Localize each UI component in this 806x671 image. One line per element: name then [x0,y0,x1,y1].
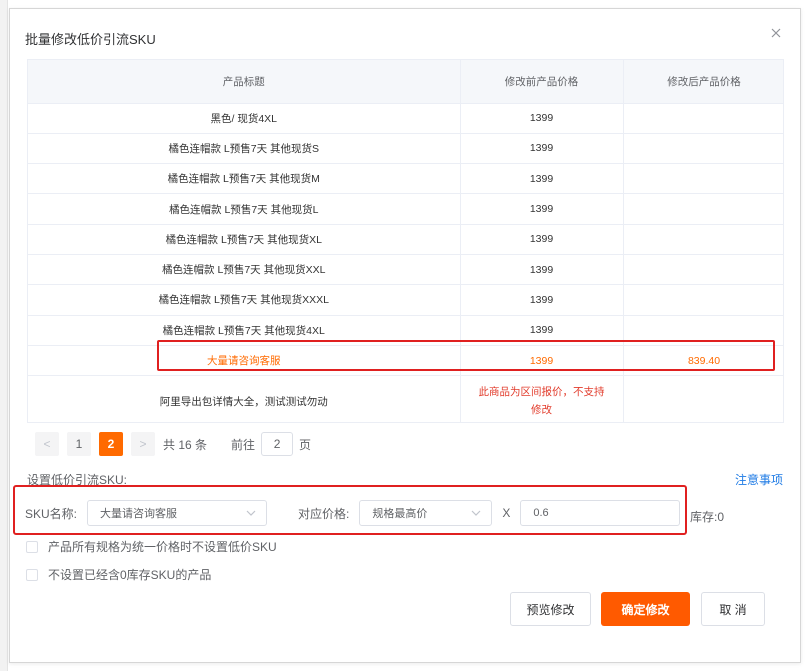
table-row: 橘色连帽款 L预售7天 其他现货4XL 1399 [28,315,783,346]
row-price-after [623,315,783,346]
multiply-sign: X [502,506,511,520]
row-price-before: 1399 [460,163,624,195]
row-price-before-warning: 此商品为区间报价，不支持修改 [460,375,624,422]
price-label: 对应价格: [298,506,350,521]
pagination-total: 共 16 条 [163,437,208,452]
row-price-after [623,254,783,286]
header-product-title: 产品标题 [28,60,461,104]
row-title: 橘色连帽款 L预售7天 其他现货XXL [28,254,461,286]
cancel-button[interactable]: 取 消 [701,592,765,626]
row-price-after [623,133,783,165]
table-row-highlighted: 大量请咨询客服 1399 839.40 [28,345,783,377]
header-price-after: 修改后产品价格 [623,60,783,104]
row-title: 黑色/ 现货4XL [28,103,461,134]
section-label: 设置低价引流SKU: [27,473,128,487]
checkbox-zero-stock[interactable]: 不设置已经含0库存SKU的产品 [26,566,211,583]
table-row: 橘色连帽款 L预售7天 其他现货L 1399 [28,193,783,225]
table-row: 橘色连帽款 L预售7天 其他现货XL 1399 [28,224,783,255]
pagination: < 1 2 > 共 16 条 前往 2 页 [35,432,311,456]
stock-label: 库存:0 [690,510,725,524]
table-row: 橘色连帽款 L预售7天 其他现货XXL 1399 [28,254,783,286]
checkbox-label: 产品所有规格为统一价格时不设置低价SKU [48,540,277,554]
row-price-before: 1399 [460,345,624,377]
checkbox-label: 不设置已经含0库存SKU的产品 [48,568,212,582]
row-price-before: 1399 [460,284,624,316]
table-row: 橘色连帽款 L预售7天 其他现货S 1399 [28,133,783,165]
pagination-jumper: 前往 2 页 [231,432,311,456]
row-price-after [623,163,783,195]
header-price-before: 修改前产品价格 [460,60,624,104]
table-row: 阿里导出包详情大全，测试测试勿动 此商品为区间报价，不支持修改 [28,375,783,422]
range-price-warning: 此商品为区间报价，不支持修改 [478,386,605,417]
row-price-before: 1399 [460,103,624,134]
close-icon[interactable] [769,26,783,40]
row-title: 橘色连帽款 L预售7天 其他现货XXXL [28,284,461,316]
row-price-after [623,284,783,316]
price-type-select[interactable]: 规格最高价 [359,500,493,526]
price-type-value: 规格最高价 [372,508,428,520]
prev-page-button[interactable]: < [35,432,59,456]
row-title: 橘色连帽款 L预售7天 其他现货L [28,193,461,225]
row-price-before: 1399 [460,193,624,225]
row-price-after [623,375,783,422]
notice-link[interactable]: 注意事项 [735,471,783,488]
page-1-button[interactable]: 1 [67,432,91,456]
checkbox-unified-price[interactable]: 产品所有规格为统一价格时不设置低价SKU [26,538,277,555]
row-price-after: 839.40 [623,345,783,377]
row-price-after [623,103,783,134]
table-row: 黑色/ 现货4XL 1399 [28,103,783,134]
chevron-down-icon [471,510,481,516]
sku-price-table: 产品标题 修改前产品价格 修改后产品价格 黑色/ 现货4XL 1399 橘色连帽… [27,59,784,423]
row-price-before: 1399 [460,133,624,165]
page-2-button[interactable]: 2 [99,432,123,456]
goto-page-input[interactable]: 2 [261,432,294,456]
row-price-before: 1399 [460,254,624,286]
sku-name-select[interactable]: 大量请咨询客服 [87,500,268,526]
sku-settings-row: SKU名称: 大量请咨询客服 对应价格: 规格最高价 X 0.6 [17,493,686,533]
row-title: 阿里导出包详情大全，测试测试勿动 [28,375,461,422]
sku-name-label: SKU名称: [25,506,78,521]
row-title: 大量请咨询客服 [28,345,461,377]
row-title: 橘色连帽款 L预售7天 其他现货M [28,163,461,195]
next-page-button[interactable]: > [131,432,155,456]
table-header-row: 产品标题 修改前产品价格 修改后产品价格 [28,60,783,104]
row-title: 橘色连帽款 L预售7天 其他现货4XL [28,315,461,346]
row-price-before: 1399 [460,224,624,255]
checkbox-box[interactable] [26,540,38,553]
goto-label: 前往 [231,437,256,452]
confirm-button[interactable]: 确定修改 [601,592,690,626]
row-title: 橘色连帽款 L预售7天 其他现货XL [28,224,461,255]
table-row: 橘色连帽款 L预售7天 其他现货M 1399 [28,163,783,195]
row-price-after [623,193,783,225]
checkbox-box[interactable] [26,568,38,581]
page-background [0,0,8,671]
row-price-after [623,224,783,255]
sku-name-value: 大量请咨询客服 [100,508,178,520]
dialog-title: 批量修改低价引流SKU [25,32,156,47]
batch-edit-dialog: 批量修改低价引流SKU 产品标题 修改前产品价格 修改后产品价格 黑色/ 现货4… [9,8,801,663]
table-row: 橘色连帽款 L预售7天 其他现货XXXL 1399 [28,284,783,316]
chevron-down-icon [246,510,256,516]
row-title: 橘色连帽款 L预售7天 其他现货S [28,133,461,165]
row-price-before: 1399 [460,315,624,346]
page-suffix: 页 [299,437,312,452]
price-factor-input[interactable]: 0.6 [520,500,681,526]
preview-button[interactable]: 预览修改 [510,592,591,626]
